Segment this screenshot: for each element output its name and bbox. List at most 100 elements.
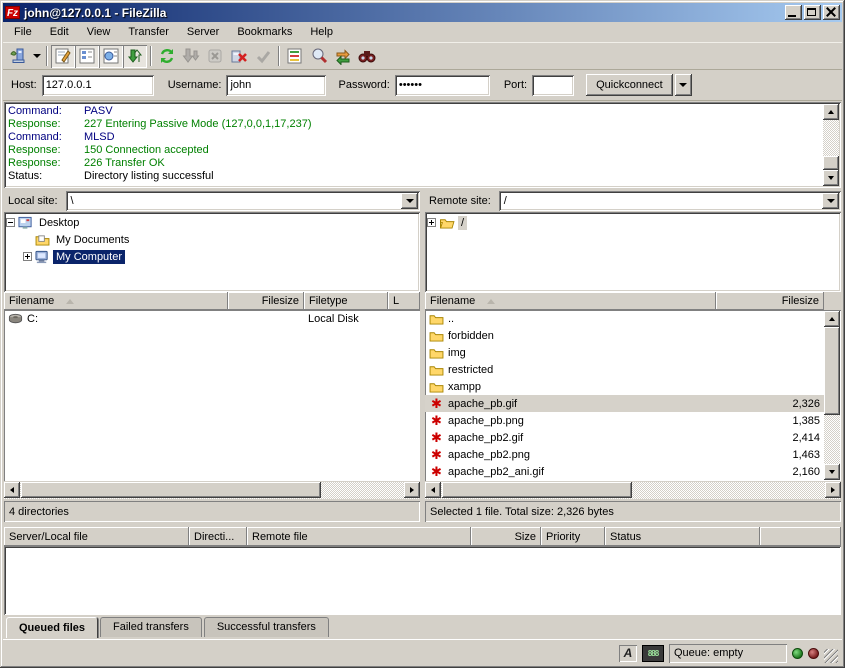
column-direction[interactable]: Directi... bbox=[189, 527, 247, 546]
site-manager-dropdown[interactable] bbox=[30, 45, 43, 68]
remote-list-scrollbar[interactable] bbox=[824, 311, 840, 480]
toggle-local-tree-button[interactable] bbox=[75, 45, 99, 68]
minimize-button[interactable] bbox=[785, 5, 802, 20]
remote-file-row[interactable]: ✱apache_pb2_ani.gif 2,160 bbox=[425, 463, 824, 480]
collapse-icon[interactable] bbox=[6, 218, 15, 227]
column-remote-file[interactable]: Remote file bbox=[247, 527, 471, 546]
remote-site-combo[interactable]: / bbox=[499, 191, 841, 211]
transfer-type-indicator-icon[interactable]: A bbox=[619, 645, 637, 662]
tree-item-desktop[interactable]: Desktop bbox=[6, 214, 418, 231]
remote-horizontal-scrollbar[interactable] bbox=[425, 482, 841, 499]
toggle-message-log-button[interactable] bbox=[51, 45, 75, 68]
transfer-queue-list[interactable] bbox=[4, 546, 841, 615]
column-filesize[interactable]: Filesize bbox=[716, 292, 824, 310]
scroll-up-button[interactable] bbox=[823, 104, 839, 120]
remote-file-row-selected[interactable]: ✱apache_pb.gif 2,326 bbox=[425, 395, 824, 412]
site-manager-button[interactable] bbox=[6, 45, 30, 68]
directory-comparison-button[interactable] bbox=[307, 45, 331, 68]
log-scrollbar[interactable] bbox=[823, 104, 839, 186]
toggle-queue-button[interactable] bbox=[123, 45, 147, 68]
tree-item-my-documents[interactable]: My Documents bbox=[6, 231, 418, 248]
port-input[interactable] bbox=[532, 75, 574, 96]
tree-item-root[interactable]: / bbox=[427, 214, 839, 231]
column-filetype[interactable]: Filetype bbox=[304, 292, 388, 310]
scroll-down-button[interactable] bbox=[824, 464, 840, 480]
local-site-dropdown[interactable] bbox=[401, 193, 418, 209]
menu-view[interactable]: View bbox=[78, 23, 120, 41]
remote-file-row[interactable]: .. bbox=[425, 310, 824, 327]
remote-site-value: / bbox=[499, 195, 820, 207]
close-button[interactable] bbox=[823, 5, 840, 20]
disconnect-button[interactable] bbox=[227, 45, 251, 68]
host-label: Host: bbox=[11, 79, 37, 91]
scroll-thumb[interactable] bbox=[21, 482, 321, 498]
column-server-local-file[interactable]: Server/Local file bbox=[4, 527, 189, 546]
menu-file[interactable]: File bbox=[5, 23, 41, 41]
scroll-left-button[interactable] bbox=[4, 482, 20, 498]
column-filename[interactable]: Filename bbox=[425, 292, 716, 310]
speed-limits-icon[interactable]: 888 bbox=[642, 645, 664, 662]
menu-bookmarks[interactable]: Bookmarks bbox=[228, 23, 301, 41]
expand-icon[interactable] bbox=[23, 252, 32, 261]
remote-site-dropdown[interactable] bbox=[822, 193, 839, 209]
process-queue-button[interactable] bbox=[179, 45, 203, 68]
column-filesize[interactable]: Filesize bbox=[228, 292, 304, 310]
column-status[interactable]: Status bbox=[605, 527, 760, 546]
column-filename[interactable]: Filename bbox=[4, 292, 228, 310]
tab-successful-transfers[interactable]: Successful transfers bbox=[204, 617, 329, 637]
find-files-button[interactable] bbox=[355, 45, 379, 68]
quickconnect-dropdown[interactable] bbox=[675, 74, 692, 96]
cancel-button[interactable] bbox=[203, 45, 227, 68]
minimize-icon bbox=[788, 15, 796, 17]
image-file-icon: ✱ bbox=[429, 448, 444, 461]
column-last-modified[interactable]: L bbox=[388, 292, 420, 310]
remote-file-row[interactable]: xampp bbox=[425, 378, 824, 395]
tab-queued-files[interactable]: Queued files bbox=[6, 617, 98, 638]
scroll-right-button[interactable] bbox=[404, 482, 420, 498]
scroll-down-button[interactable] bbox=[823, 170, 839, 186]
column-priority[interactable]: Priority bbox=[541, 527, 605, 546]
remote-file-row[interactable]: ✱apache_pb.png 1,385 bbox=[425, 412, 824, 429]
expand-icon[interactable] bbox=[427, 218, 436, 227]
chevron-down-icon bbox=[679, 83, 687, 87]
toggle-remote-tree-button[interactable] bbox=[99, 45, 123, 68]
filter-button[interactable] bbox=[283, 45, 307, 68]
remote-file-row[interactable]: forbidden bbox=[425, 327, 824, 344]
scroll-thumb[interactable] bbox=[442, 482, 632, 498]
local-horizontal-scrollbar[interactable] bbox=[4, 482, 420, 499]
menu-transfer[interactable]: Transfer bbox=[119, 23, 178, 41]
local-file-row[interactable]: C: Local Disk bbox=[4, 310, 420, 327]
remote-file-row[interactable]: restricted bbox=[425, 361, 824, 378]
refresh-button[interactable] bbox=[155, 45, 179, 68]
menu-server[interactable]: Server bbox=[178, 23, 228, 41]
triangle-left-icon bbox=[431, 487, 435, 493]
quickconnect-button[interactable]: Quickconnect bbox=[586, 74, 673, 96]
scroll-right-button[interactable] bbox=[825, 482, 841, 498]
triangle-left-icon bbox=[10, 487, 14, 493]
maximize-button[interactable] bbox=[804, 5, 821, 20]
local-site-combo[interactable]: \ bbox=[66, 191, 420, 211]
resize-grip[interactable] bbox=[824, 649, 838, 663]
password-input[interactable] bbox=[395, 75, 490, 96]
remote-file-list: .. forbidden img restricted xampp bbox=[425, 310, 841, 481]
scroll-thumb[interactable] bbox=[824, 327, 840, 415]
username-input[interactable] bbox=[226, 75, 326, 96]
scroll-thumb[interactable] bbox=[823, 156, 839, 170]
reconnect-button[interactable] bbox=[251, 45, 275, 68]
title-bar: Fz john@127.0.0.1 - FileZilla bbox=[3, 3, 842, 22]
menu-edit[interactable]: Edit bbox=[41, 23, 78, 41]
documents-folder-icon bbox=[35, 234, 50, 246]
synchronized-browsing-button[interactable] bbox=[331, 45, 355, 68]
tab-failed-transfers[interactable]: Failed transfers bbox=[100, 617, 202, 637]
remote-file-row[interactable]: img bbox=[425, 344, 824, 361]
host-input[interactable] bbox=[42, 75, 154, 96]
column-size[interactable]: Size bbox=[471, 527, 541, 546]
menu-help[interactable]: Help bbox=[301, 23, 342, 41]
remote-file-row[interactable]: ✱apache_pb2.png 1,463 bbox=[425, 446, 824, 463]
triangle-down-icon bbox=[829, 470, 835, 474]
triangle-right-icon bbox=[831, 487, 835, 493]
remote-file-row[interactable]: ✱apache_pb2.gif 2,414 bbox=[425, 429, 824, 446]
tree-item-my-computer[interactable]: My Computer bbox=[6, 248, 418, 265]
scroll-up-button[interactable] bbox=[824, 311, 840, 327]
scroll-left-button[interactable] bbox=[425, 482, 441, 498]
